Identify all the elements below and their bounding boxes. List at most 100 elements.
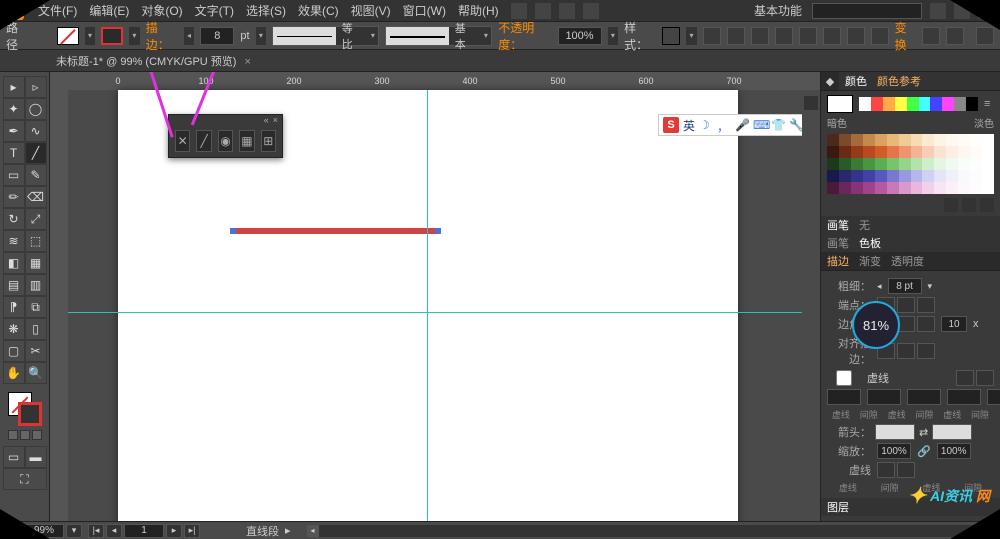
align-inside-icon[interactable] <box>897 343 915 359</box>
stroke-size-up[interactable]: ▾ <box>256 27 267 45</box>
artboard-next-icon[interactable]: ▸ <box>166 524 182 538</box>
brush-selector[interactable]: 基本 ▾ <box>385 26 492 46</box>
save-group-icon[interactable] <box>962 198 976 212</box>
transform-label[interactable]: 变换 <box>895 19 916 53</box>
weight-input[interactable] <box>888 278 922 294</box>
gradient-tool[interactable]: ▥ <box>25 274 47 296</box>
zoom-in-icon[interactable]: ▾ <box>66 524 82 538</box>
menu-select[interactable]: 选择(S) <box>242 0 290 21</box>
harmony-bar[interactable] <box>859 97 978 111</box>
cap-square-icon[interactable] <box>917 297 935 313</box>
menu-view[interactable]: 视图(V) <box>347 0 395 21</box>
brush-opt2-icon[interactable] <box>982 219 994 231</box>
stroke-color-swatch[interactable] <box>18 402 42 426</box>
canvas[interactable]: «× ✕ ╱ ◉ ▦ ⊞ S 英 ☽ ， 🎤 ⌨ 👕 <box>68 90 820 521</box>
scale-tool[interactable]: ⤢ <box>25 208 47 230</box>
profile-selector[interactable]: 等比 ▾ <box>272 26 379 46</box>
ime-comma-icon[interactable]: ， <box>717 118 731 132</box>
ime-skin-icon[interactable]: 👕 <box>771 118 785 132</box>
stroke-subtab[interactable]: 描边 <box>827 253 849 269</box>
perspective-tool[interactable]: ▦ <box>25 252 47 274</box>
line-endpoint-left[interactable] <box>230 228 236 234</box>
recolor-icon[interactable] <box>703 27 721 45</box>
ime-keyboard-icon[interactable]: ⌨ <box>753 118 767 132</box>
artboard-tool[interactable]: ▢ <box>3 340 25 362</box>
rotate-tool[interactable]: ↻ <box>3 208 25 230</box>
panel-close-icon[interactable]: × <box>273 115 278 125</box>
free-transform-tool[interactable]: ⬚ <box>25 230 47 252</box>
gap1[interactable] <box>867 389 901 405</box>
dash1[interactable] <box>827 389 861 405</box>
ime-lang[interactable]: 英 <box>683 117 695 134</box>
direct-select-tool[interactable]: ▹ <box>25 76 47 98</box>
gap2[interactable] <box>947 389 981 405</box>
brush-slot-x[interactable]: ✕ <box>175 130 190 152</box>
line-tool[interactable]: ╱ <box>25 142 47 164</box>
align-c-icon[interactable] <box>751 27 769 45</box>
bridge-icon[interactable] <box>511 3 527 19</box>
miter-limit-input[interactable] <box>941 316 967 332</box>
artboard-first-icon[interactable]: |◂ <box>88 524 104 538</box>
panel-collapse-icon[interactable]: « <box>264 115 269 125</box>
screen-mode-normal[interactable]: ▭ <box>3 446 25 468</box>
artboard-last-icon[interactable]: ▸| <box>184 524 200 538</box>
stroke-label[interactable]: 描边： <box>146 19 178 53</box>
align-outside-icon[interactable] <box>917 343 935 359</box>
style-dropdown[interactable]: ▾ <box>686 27 697 45</box>
ime-mic-icon[interactable]: 🎤 <box>735 118 749 132</box>
align-b-icon[interactable] <box>847 27 865 45</box>
lasso-tool[interactable]: ◯ <box>25 98 47 120</box>
horizontal-ruler[interactable]: 0100200300400500600700 <box>68 72 820 90</box>
arrow-scale-start[interactable] <box>877 443 911 459</box>
dock-icon-club[interactable] <box>804 96 818 110</box>
brush-slot-spiral[interactable]: ◉ <box>218 130 233 152</box>
brush-label-tab[interactable]: 画笔 <box>827 217 849 233</box>
shape-icon[interactable] <box>922 27 940 45</box>
search-input[interactable] <box>812 3 922 19</box>
floating-brush-panel[interactable]: «× ✕ ╱ ◉ ▦ ⊞ <box>168 114 283 158</box>
arrow-scale-end[interactable] <box>937 443 971 459</box>
style-swatch[interactable] <box>662 27 680 45</box>
artboard-prev-icon[interactable]: ◂ <box>106 524 122 538</box>
dash-preserve-icon[interactable] <box>956 370 974 386</box>
layer-panel-tab[interactable]: 图层 <box>827 499 849 515</box>
arrange-icon[interactable] <box>583 3 599 19</box>
screen-mode-full[interactable]: ▬ <box>25 446 47 468</box>
graph-tool[interactable]: ▯ <box>25 318 47 340</box>
line-endpoint-right[interactable] <box>435 228 441 234</box>
weight-increment[interactable]: ▾ <box>928 281 933 292</box>
opacity-dropdown[interactable]: ▾ <box>608 27 619 45</box>
curvature-tool[interactable]: ∿ <box>25 120 47 142</box>
arrow-end-select[interactable] <box>932 424 972 440</box>
st-icon[interactable] <box>559 3 575 19</box>
limit-colors-icon[interactable] <box>944 198 958 212</box>
stroke-size-down[interactable]: ◂ <box>184 27 195 45</box>
width-tool[interactable]: ≋ <box>3 230 25 252</box>
horizontal-scrollbar[interactable]: ◂▸ <box>307 525 994 537</box>
profile-btn1[interactable] <box>877 462 895 478</box>
profile-btn2[interactable] <box>897 462 915 478</box>
artboard-number-input[interactable] <box>124 524 164 538</box>
document-tab[interactable]: 未标题-1* @ 99% (CMYK/GPU 预览)× <box>50 51 257 71</box>
align-l-icon[interactable] <box>727 27 745 45</box>
color-guide-grid[interactable] <box>827 134 994 194</box>
stroke-size-input[interactable] <box>200 27 234 45</box>
eyedropper-tool[interactable]: ⁋ <box>3 296 25 318</box>
stroke-dropdown[interactable]: ▾ <box>129 27 140 45</box>
dash2[interactable] <box>907 389 941 405</box>
align-r-icon[interactable] <box>775 27 793 45</box>
menu-edit[interactable]: 编辑(E) <box>85 0 133 21</box>
magic-wand-tool[interactable]: ✦ <box>3 98 25 120</box>
menu-window[interactable]: 窗口(W) <box>399 0 450 21</box>
arrow-scale-link-icon[interactable]: 🔗 <box>917 445 931 458</box>
swatch-panel-tab[interactable]: 色板 <box>859 235 881 251</box>
brush-slot-stroke[interactable]: ╱ <box>196 130 211 152</box>
sync-icon[interactable] <box>930 3 946 19</box>
pen-tool[interactable]: ✒ <box>3 120 25 142</box>
tab-close-icon[interactable]: × <box>244 56 250 68</box>
opacity-input[interactable] <box>558 27 602 45</box>
menu-text[interactable]: 文字(T) <box>191 0 238 21</box>
brush-opt-icon[interactable] <box>960 219 972 231</box>
br-icon[interactable] <box>535 3 551 19</box>
scroll-left-icon[interactable]: ◂ <box>307 525 319 537</box>
